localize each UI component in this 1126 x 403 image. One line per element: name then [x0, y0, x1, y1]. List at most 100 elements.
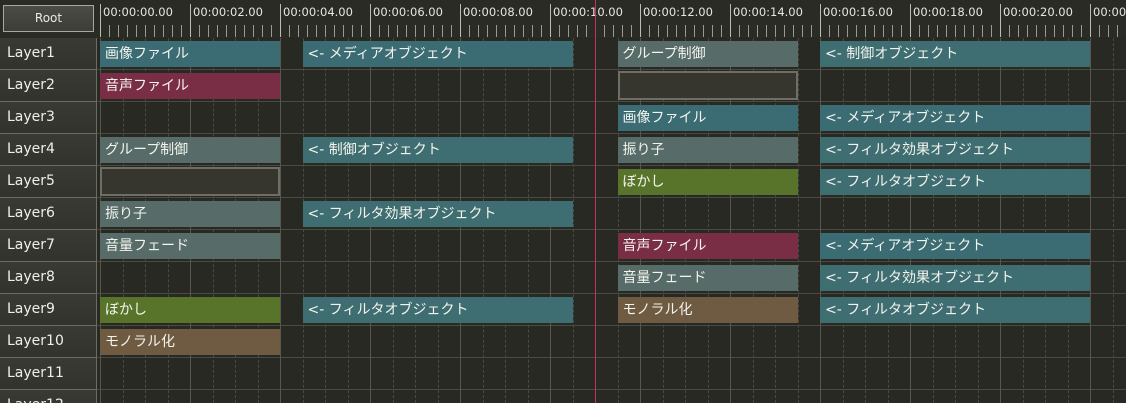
ruler-minor-tick — [793, 25, 794, 37]
group-range-box[interactable] — [617, 71, 798, 100]
ruler-minor-tick — [352, 25, 353, 37]
ruler-minor-tick — [415, 25, 416, 37]
timeline-clip-media[interactable]: 画像ファイル — [617, 105, 798, 131]
ruler-minor-tick — [244, 25, 245, 37]
timeline-clip-fade[interactable]: 音量フェード — [617, 265, 798, 291]
time-ruler[interactable]: 00:00:00.00 00:00:02.00 00:00:04.00 00:00:0… — [97, 0, 1126, 39]
grid-line — [977, 38, 979, 403]
ruler-minor-tick — [559, 25, 560, 37]
ruler-minor-tick — [307, 25, 308, 37]
layer-label-4[interactable]: Layer4 — [0, 134, 97, 166]
layer-label-6[interactable]: Layer6 — [0, 198, 97, 230]
layer-label-11[interactable]: Layer11 — [0, 358, 97, 390]
ruler-minor-tick — [838, 25, 839, 37]
timeline-clip-media[interactable]: <- メディアオブジェクト — [820, 233, 1090, 259]
ruler-minor-tick — [118, 25, 119, 37]
root-button[interactable]: Root — [3, 5, 94, 32]
ruler-minor-tick — [1018, 25, 1019, 37]
ruler-minor-tick — [1036, 25, 1037, 37]
layer-list: Layer1 Layer2 Layer3 Layer4 Layer5 Layer6 Laye… — [0, 38, 97, 403]
layer-label-8[interactable]: Layer8 — [0, 262, 97, 294]
timeline-clip-media[interactable]: 画像ファイル — [100, 41, 280, 67]
ruler-minor-tick — [667, 25, 668, 37]
ruler-minor-tick — [829, 25, 830, 37]
ruler-time-label: 00:00:06.00 — [373, 5, 443, 19]
timeline-clip-audio[interactable]: 音声ファイル — [100, 73, 280, 99]
ruler-minor-tick — [892, 25, 893, 37]
timeline-clip-mono[interactable]: モノラル化 — [617, 297, 798, 323]
grid-line — [910, 38, 911, 403]
timeline-clip-filter[interactable]: <- フィルタ効果オブジェクト — [302, 201, 573, 227]
ruler-time-label: 00:00:20.00 — [1003, 5, 1073, 19]
group-range-box[interactable] — [100, 167, 280, 196]
ruler-minor-tick — [298, 25, 299, 37]
timeline-clip-filter[interactable]: <- フィルタオブジェクト — [820, 297, 1090, 323]
layer-label-1[interactable]: Layer1 — [0, 38, 97, 70]
timeline-clip-filter[interactable]: <- フィルタ効果オブジェクト — [820, 265, 1090, 291]
timeline-clip-ctrl[interactable]: <- 制御オブジェクト — [820, 41, 1090, 67]
timeline-clip-filter[interactable]: <- フィルタオブジェクト — [302, 297, 573, 323]
ruler-time-label: 00:00:14.00 — [733, 5, 803, 19]
ruler-time-label: 00:00:2 — [1093, 5, 1126, 19]
timeline-clip-media[interactable]: <- メディアオブジェクト — [302, 41, 573, 67]
ruler-minor-tick — [685, 25, 686, 37]
timeline-clip-group[interactable]: グループ制御 — [100, 137, 280, 163]
ruler-minor-tick — [199, 25, 200, 37]
timeline-clip-group[interactable]: 振り子 — [617, 137, 798, 163]
layer-label-10[interactable]: Layer10 — [0, 326, 97, 358]
ruler-minor-tick — [496, 25, 497, 37]
ruler-minor-tick — [1117, 25, 1118, 37]
ruler-time-label: 00:00:08.00 — [463, 5, 533, 19]
track-area[interactable]: 画像ファイル <- メディアオブジェクト グループ制御 <- 制御オブジェクト 音声ファ… — [97, 38, 1126, 403]
grid-line — [1112, 38, 1114, 403]
grid-line — [1000, 38, 1001, 403]
ruler-minor-tick — [1054, 25, 1055, 37]
timeline-clip-ctrl[interactable]: <- 制御オブジェクト — [302, 137, 573, 163]
ruler-minor-tick — [874, 25, 875, 37]
timeline-clip-media[interactable]: <- メディアオブジェクト — [820, 105, 1090, 131]
layer-label-12[interactable]: Layer12 — [0, 390, 97, 403]
ruler-minor-tick — [919, 25, 920, 37]
timeline-clip-fade[interactable]: 音量フェード — [100, 233, 280, 259]
ruler-minor-tick — [955, 25, 956, 37]
timeline-clip-filter[interactable]: <- フィルタ効果オブジェクト — [820, 137, 1090, 163]
ruler-minor-tick — [271, 25, 272, 37]
ruler-minor-tick — [676, 25, 677, 37]
ruler-minor-tick — [325, 25, 326, 37]
ruler-minor-tick — [505, 25, 506, 37]
ruler-minor-tick — [1072, 25, 1073, 37]
ruler-minor-tick — [523, 25, 524, 37]
timeline-clip-audio[interactable]: 音声ファイル — [617, 233, 798, 259]
ruler-minor-tick — [145, 25, 146, 37]
timeline-clip-blur[interactable]: ぼかし — [617, 169, 798, 195]
ruler-minor-tick — [226, 25, 227, 37]
ruler-minor-tick — [991, 25, 992, 37]
ruler-minor-tick — [109, 25, 110, 37]
timeline-clip-group[interactable]: グループ制御 — [617, 41, 798, 67]
layer-label-3[interactable]: Layer3 — [0, 102, 97, 134]
layer-label-7[interactable]: Layer7 — [0, 230, 97, 262]
layer-label-9[interactable]: Layer9 — [0, 294, 97, 326]
timeline-clip-group[interactable]: 振り子 — [100, 201, 280, 227]
ruler-minor-tick — [1045, 25, 1046, 37]
timeline-clip-blur[interactable]: ぼかし — [100, 297, 280, 323]
layer-label-2[interactable]: Layer2 — [0, 70, 97, 102]
ruler-minor-tick — [424, 25, 425, 37]
row-divider — [97, 261, 1126, 262]
timeline-clip-filter[interactable]: <- フィルタオブジェクト — [820, 169, 1090, 195]
ruler-minor-tick — [577, 25, 578, 37]
timeline-clip-mono[interactable]: モノラル化 — [100, 329, 280, 355]
ruler-minor-tick — [478, 25, 479, 37]
ruler-minor-tick — [406, 25, 407, 37]
ruler-minor-tick — [262, 25, 263, 37]
ruler-minor-tick — [1099, 25, 1100, 37]
ruler-minor-tick — [775, 25, 776, 37]
ruler-minor-tick — [172, 25, 173, 37]
layer-label-5[interactable]: Layer5 — [0, 166, 97, 198]
ruler-minor-tick — [946, 25, 947, 37]
grid-line — [955, 38, 956, 403]
ruler-time-label: 00:00:00.00 — [103, 5, 173, 19]
ruler-minor-tick — [442, 25, 443, 37]
playhead[interactable] — [595, 0, 596, 403]
row-divider — [97, 229, 1126, 230]
